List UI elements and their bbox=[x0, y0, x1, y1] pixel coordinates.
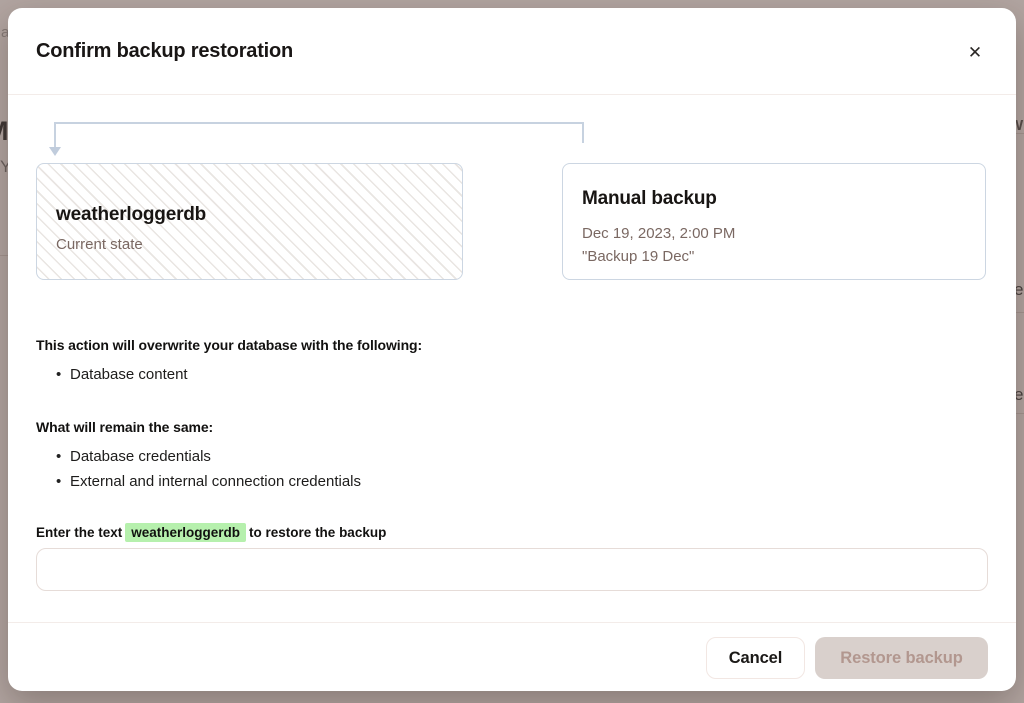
overwrite-list: Database content bbox=[36, 362, 422, 387]
confirm-backup-restoration-dialog: Confirm backup restoration ✕ weatherlogg… bbox=[8, 8, 1016, 691]
database-name: weatherloggerdb bbox=[56, 204, 206, 226]
backup-label: "Backup 19 Dec" bbox=[582, 245, 735, 268]
connector-line bbox=[582, 122, 584, 143]
confirm-highlight-text: weatherloggerdb bbox=[125, 523, 246, 542]
confirm-prefix: Enter the text bbox=[36, 525, 122, 540]
bg-divider bbox=[1016, 133, 1024, 134]
confirm-instruction: Enter the textweatherloggerdbto restore … bbox=[36, 525, 386, 540]
remain-section: What will remain the same: Database cred… bbox=[36, 419, 361, 494]
cancel-button[interactable]: Cancel bbox=[706, 637, 805, 679]
list-item: Database content bbox=[36, 362, 422, 387]
bg-divider bbox=[1016, 312, 1024, 313]
arrow-down-icon bbox=[49, 147, 61, 156]
backup-title: Manual backup bbox=[582, 188, 717, 210]
confirm-suffix: to restore the backup bbox=[249, 525, 386, 540]
dialog-header: Confirm backup restoration ✕ bbox=[8, 8, 1016, 95]
current-state-label: Current state bbox=[56, 236, 143, 253]
remain-list: Database credentials External and intern… bbox=[36, 444, 361, 494]
dialog-title: Confirm backup restoration bbox=[36, 40, 293, 63]
bg-divider bbox=[0, 255, 8, 256]
manual-backup-card: Manual backup Dec 19, 2023, 2:00 PM "Bac… bbox=[562, 163, 986, 280]
overwrite-section: This action will overwrite your database… bbox=[36, 337, 422, 387]
backup-meta: Dec 19, 2023, 2:00 PM "Backup 19 Dec" bbox=[582, 222, 735, 268]
backup-date: Dec 19, 2023, 2:00 PM bbox=[582, 222, 735, 245]
close-icon[interactable]: ✕ bbox=[960, 38, 990, 68]
current-state-card: weatherloggerdb Current state bbox=[36, 163, 463, 280]
dialog-footer: Cancel Restore backup bbox=[8, 622, 1016, 691]
remain-heading: What will remain the same: bbox=[36, 419, 361, 435]
bg-divider bbox=[1016, 413, 1024, 414]
restore-backup-button[interactable]: Restore backup bbox=[815, 637, 988, 679]
confirm-text-input[interactable] bbox=[36, 548, 988, 591]
list-item: Database credentials bbox=[36, 444, 361, 469]
connector-line bbox=[54, 122, 56, 147]
overwrite-heading: This action will overwrite your database… bbox=[36, 337, 422, 353]
list-item: External and internal connection credent… bbox=[36, 469, 361, 494]
connector-line bbox=[54, 122, 584, 124]
